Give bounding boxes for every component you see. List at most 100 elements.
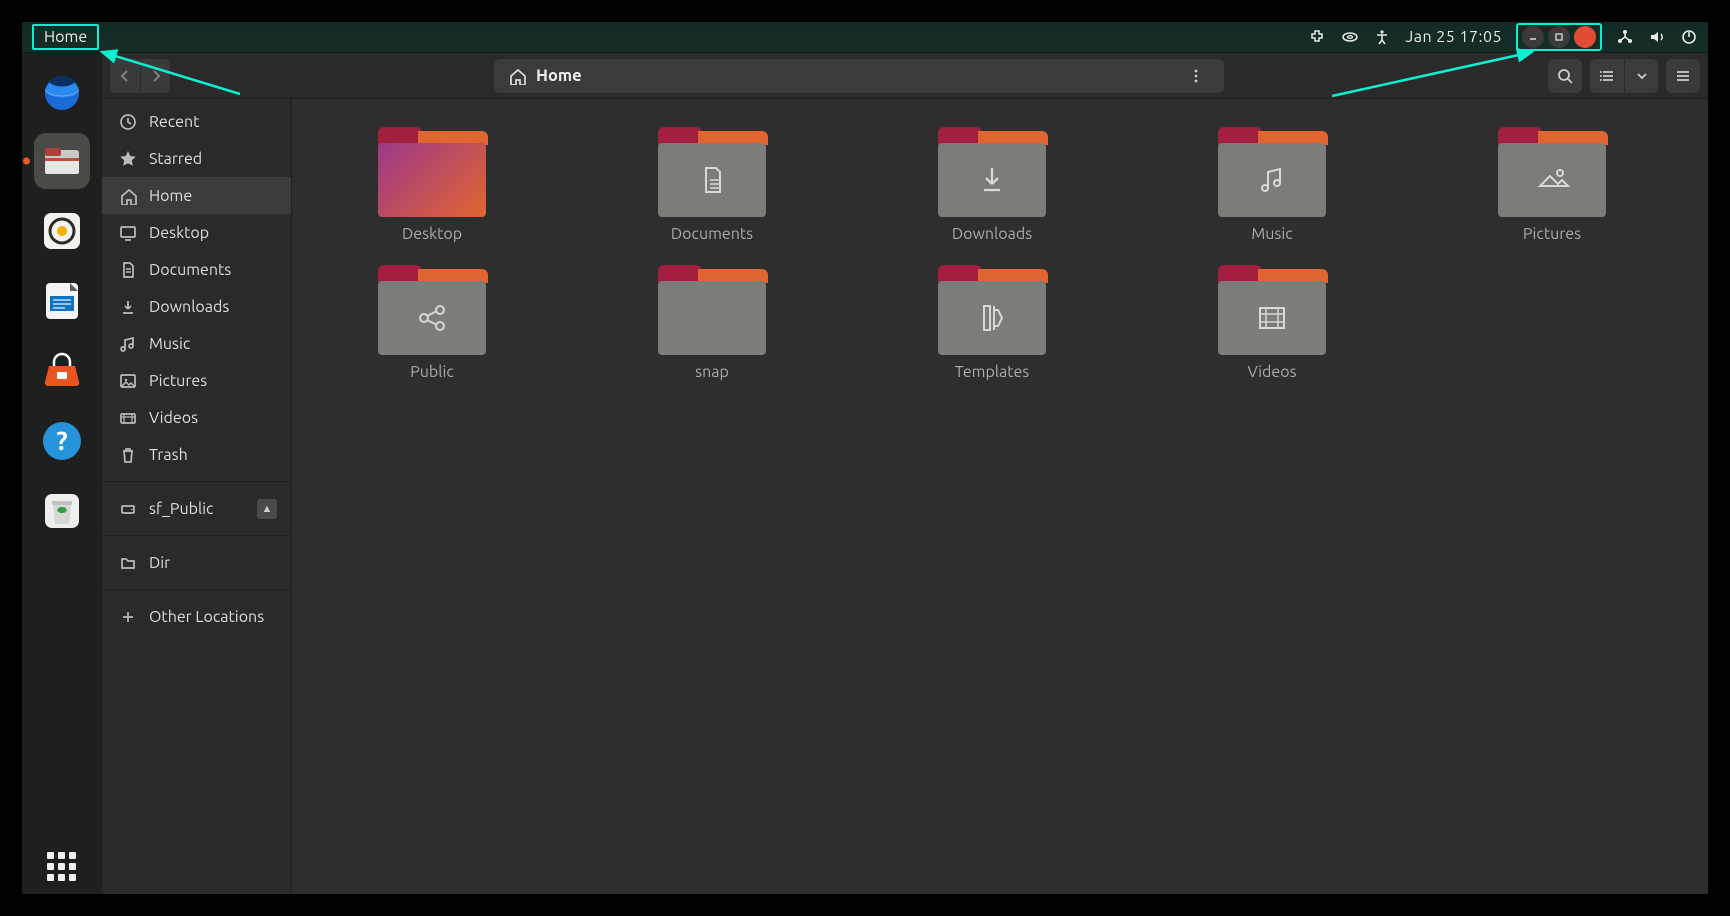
trash-icon	[119, 446, 137, 464]
desktop: Home Jan 25 17:05	[22, 22, 1708, 894]
picture-icon	[119, 372, 137, 390]
folder-icon	[378, 127, 486, 217]
folder-downloads[interactable]: Downloads	[872, 127, 1112, 243]
folder-pictures[interactable]: Pictures	[1432, 127, 1672, 243]
folder-view[interactable]: Desktop Documents Downloads Music Pictur…	[292, 99, 1708, 894]
folder-videos[interactable]: Videos	[1152, 265, 1392, 381]
window-controls-annotation	[1516, 23, 1602, 51]
path-menu-button[interactable]	[1182, 62, 1210, 90]
search-button[interactable]	[1548, 59, 1582, 93]
sidebar-item-label: Music	[149, 335, 190, 353]
close-button[interactable]	[1574, 26, 1596, 48]
folder-icon	[119, 554, 137, 572]
system-tray: Jan 25 17:05	[1309, 23, 1698, 51]
folder-icon	[1218, 265, 1326, 355]
sidebar-item-label: Home	[149, 187, 192, 205]
sidebar-item-pictures[interactable]: Pictures	[102, 362, 291, 399]
hamburger-menu-button[interactable]	[1666, 59, 1700, 93]
folder-label: Downloads	[952, 225, 1032, 243]
drive-icon	[119, 500, 137, 518]
sidebar-item-label: Downloads	[149, 298, 229, 316]
sidebar-item-label: Other Locations	[149, 608, 264, 626]
folder-public[interactable]: Public	[312, 265, 552, 381]
folder-desktop[interactable]: Desktop	[312, 127, 552, 243]
dock-app-files[interactable]	[34, 133, 90, 189]
extension-icon[interactable]	[1309, 28, 1327, 46]
dock-app-thunderbird[interactable]	[34, 63, 90, 119]
sidebar-item-music[interactable]: Music	[102, 325, 291, 362]
maximize-button[interactable]	[1548, 26, 1570, 48]
sidebar-item-trash[interactable]: Trash	[102, 436, 291, 473]
folder-label: Documents	[671, 225, 753, 243]
folder-icon	[1498, 127, 1606, 217]
view-options-button[interactable]	[1624, 59, 1658, 93]
forward-button[interactable]	[140, 59, 170, 93]
sidebar-item-desktop[interactable]: Desktop	[102, 214, 291, 251]
back-button[interactable]	[110, 59, 140, 93]
star-icon	[119, 150, 137, 168]
dock-app-rhythmbox[interactable]	[34, 203, 90, 259]
folder-snap[interactable]: snap	[592, 265, 832, 381]
plus-icon	[119, 608, 137, 626]
minimize-button[interactable]	[1522, 26, 1544, 48]
clock[interactable]: Jan 25 17:05	[1405, 28, 1502, 46]
folder-label: Public	[410, 363, 454, 381]
power-icon[interactable]	[1680, 28, 1698, 46]
path-bar[interactable]: Home	[178, 59, 1540, 93]
dock-app-software[interactable]	[34, 343, 90, 399]
toolbar: Home	[102, 53, 1708, 99]
folder-label: Music	[1251, 225, 1292, 243]
accessibility-icon[interactable]	[1373, 28, 1391, 46]
sidebar-item-sf_public[interactable]: sf_Public ▲	[102, 490, 291, 527]
dock-app-trash[interactable]	[34, 483, 90, 539]
dock-app-help[interactable]: ?	[34, 413, 90, 469]
sidebar-item-dir[interactable]: Dir	[102, 544, 291, 581]
sidebar-item-starred[interactable]: Starred	[102, 140, 291, 177]
view-list-button[interactable]	[1590, 59, 1624, 93]
dock-app-writer[interactable]	[34, 273, 90, 329]
sidebar-item-recent[interactable]: Recent	[102, 103, 291, 140]
path-label: Home	[536, 67, 582, 85]
eject-button[interactable]: ▲	[257, 499, 277, 519]
sidebar-item-label: Starred	[149, 150, 202, 168]
folder-label: Pictures	[1523, 225, 1581, 243]
sidebar-item-label: Recent	[149, 113, 199, 131]
sidebar-item-documents[interactable]: Documents	[102, 251, 291, 288]
folder-label: Desktop	[402, 225, 462, 243]
music-icon	[119, 335, 137, 353]
disc-tray-icon[interactable]	[1341, 28, 1359, 46]
sidebar-item-label: sf_Public	[149, 500, 213, 518]
sidebar-item-videos[interactable]: Videos	[102, 399, 291, 436]
folder-icon	[938, 127, 1046, 217]
folder-music[interactable]: Music	[1152, 127, 1392, 243]
sidebar-other-locations[interactable]: Other Locations	[102, 598, 291, 635]
sidebar-item-label: Desktop	[149, 224, 209, 242]
folder-icon	[658, 265, 766, 355]
folder-icon	[658, 127, 766, 217]
desktop-icon	[119, 224, 137, 242]
folder-icon	[938, 265, 1046, 355]
download-icon	[119, 298, 137, 316]
show-applications-button[interactable]	[22, 852, 102, 882]
folder-icon	[1218, 127, 1326, 217]
folder-label: Videos	[1247, 363, 1296, 381]
top-panel: Home Jan 25 17:05	[22, 22, 1708, 53]
network-icon[interactable]	[1616, 28, 1634, 46]
home-icon	[119, 187, 137, 205]
sidebar-item-label: Videos	[149, 409, 198, 427]
sidebar-item-label: Pictures	[149, 372, 207, 390]
folder-label: snap	[695, 363, 729, 381]
svg-text:?: ?	[56, 426, 67, 455]
volume-icon[interactable]	[1648, 28, 1666, 46]
folder-label: Templates	[955, 363, 1030, 381]
sidebar-item-label: Documents	[149, 261, 231, 279]
dock: ?	[22, 53, 102, 894]
sidebar-item-label: Dir	[149, 554, 170, 572]
sidebar-item-downloads[interactable]: Downloads	[102, 288, 291, 325]
file-manager-window: Home Recent Starred Home Desktop Documen…	[102, 53, 1708, 894]
video-icon	[119, 409, 137, 427]
active-app-label[interactable]: Home	[32, 24, 99, 50]
folder-documents[interactable]: Documents	[592, 127, 832, 243]
folder-templates[interactable]: Templates	[872, 265, 1112, 381]
sidebar-item-home[interactable]: Home	[102, 177, 291, 214]
